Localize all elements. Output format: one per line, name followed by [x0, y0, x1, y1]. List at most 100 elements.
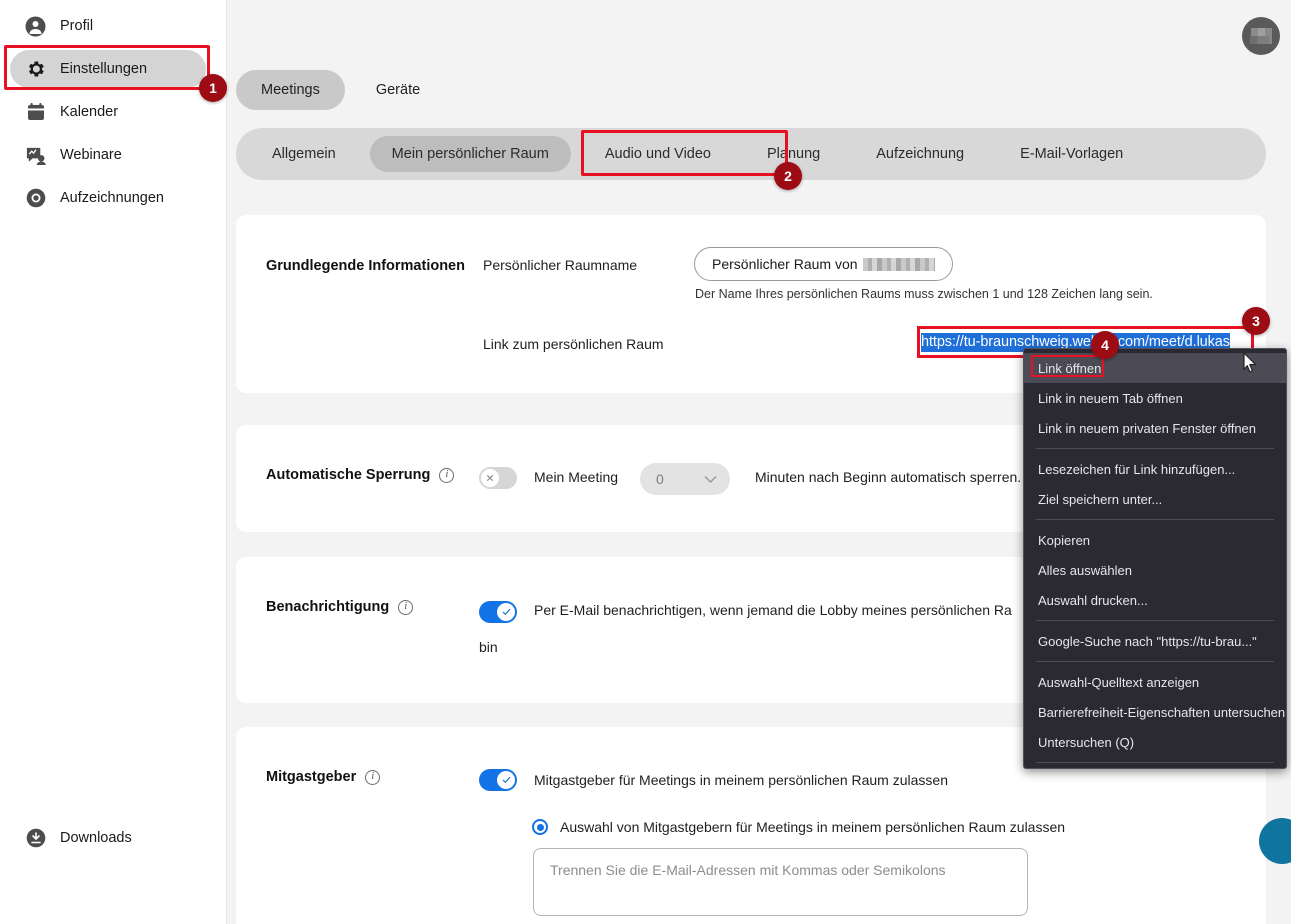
section-title-cohost: Mitgastgeber — [266, 769, 357, 785]
room-name-input[interactable]: Persönlicher Raum von — [694, 247, 953, 281]
sidebar-item-label: Einstellungen — [60, 61, 148, 77]
section-title-basic-info: Grundlegende Informationen — [266, 258, 465, 274]
context-menu-item-label: Auswahl drucken... — [1038, 592, 1148, 608]
context-menu-item-label: Google-Suche nach "https://tu-brau..." — [1038, 633, 1257, 649]
calendar-icon — [25, 102, 46, 123]
cohost-toggle[interactable] — [479, 769, 517, 791]
user-icon — [25, 16, 46, 37]
tab-mein-persoenlicher-raum[interactable]: Mein persönlicher Raum — [369, 136, 571, 172]
context-menu-item-element-blockieren[interactable]: uО Element blockieren ... — [1024, 768, 1286, 769]
context-menu-item-label: Link in neuem privaten Fenster öffnen — [1038, 420, 1257, 436]
sidebar-item-label: Downloads — [60, 830, 132, 846]
section-header-notification: Benachrichtigung i — [266, 599, 414, 615]
primary-tab-bar: Meetings Geräte — [236, 70, 445, 110]
context-menu-item-label: Untersuchen (Q) — [1038, 734, 1135, 750]
record-icon — [25, 188, 46, 209]
sidebar-item-label: Profil — [60, 18, 94, 34]
section-title-auto-lock: Automatische Sperrung — [266, 467, 431, 483]
context-menu-item-link-neuer-tab[interactable]: Link in neuem Tab öffnen — [1024, 383, 1286, 413]
sidebar-item-label: Kalender — [60, 104, 119, 120]
avatar-image-lower — [1250, 36, 1269, 44]
sidebar-item-label: Webinare — [60, 147, 122, 163]
cohost-radio-label: Auswahl von Mitgastgebern für Meetings i… — [560, 819, 1066, 835]
label-room-name: Persönlicher Raumname — [483, 257, 638, 273]
context-menu-item-untersuchen[interactable]: Untersuchen (Q) — [1024, 727, 1286, 757]
context-menu-item-label: Ziel speichern unter... — [1038, 491, 1163, 507]
context-menu-item-label: Auswahl-Quelltext anzeigen — [1038, 674, 1200, 690]
tab-email-vorlagen[interactable]: E-Mail-Vorlagen — [998, 136, 1145, 172]
context-menu-item-label: Lesezeichen für Link hinzufügen... — [1038, 461, 1236, 477]
context-menu-item-label: Alles auswählen — [1038, 562, 1132, 578]
context-menu-item-quelltext-anzeigen[interactable]: Auswahl-Quelltext anzeigen — [1024, 667, 1286, 697]
redacted-username — [862, 257, 935, 271]
app-window: Profil Einstellungen Kalender Webinare A — [0, 0, 1291, 924]
info-icon[interactable]: i — [398, 599, 414, 615]
section-header-auto-lock: Automatische Sperrung i — [266, 467, 455, 483]
sidebar-item-aufzeichnungen[interactable]: Aufzeichnungen — [10, 179, 206, 217]
annotation-badge-4: 4 — [1091, 331, 1119, 359]
section-title-notification: Benachrichtigung — [266, 599, 390, 615]
annotation-badge-1: 1 — [199, 74, 227, 102]
context-menu-separator — [1036, 762, 1274, 763]
cohost-radio-row[interactable]: Auswahl von Mitgastgebern für Meetings i… — [532, 819, 1065, 835]
context-menu-item-lesezeichen[interactable]: Lesezeichen für Link hinzufügen... — [1024, 454, 1286, 484]
sidebar-item-profil[interactable]: Profil — [10, 7, 206, 45]
info-icon[interactable]: i — [439, 467, 455, 483]
notification-toggle[interactable] — [479, 601, 517, 623]
context-menu-item-ziel-speichern[interactable]: Ziel speichern unter... — [1024, 484, 1286, 514]
auto-lock-minutes-value: 0 — [656, 471, 664, 487]
context-menu-separator — [1036, 448, 1274, 449]
annotation-badge-3: 3 — [1242, 307, 1270, 335]
room-name-helper-text: Der Name Ihres persönlichen Raums muss z… — [695, 287, 1153, 301]
sidebar-item-einstellungen[interactable]: Einstellungen — [10, 50, 206, 88]
toggle-knob — [481, 469, 499, 487]
context-menu-separator — [1036, 620, 1274, 621]
section-header-cohost: Mitgastgeber i — [266, 769, 381, 785]
gear-icon — [25, 59, 46, 80]
context-menu[interactable]: Link öffnen Link in neuem Tab öffnen Lin… — [1023, 348, 1287, 769]
download-icon — [25, 828, 46, 849]
tab-allgemein[interactable]: Allgemein — [250, 136, 358, 172]
context-menu-item-barrierefreiheit[interactable]: Barrierefreiheit-Eigenschaften untersuch… — [1024, 697, 1286, 727]
context-menu-item-label: Barrierefreiheit-Eigenschaften untersuch… — [1038, 704, 1286, 720]
info-icon[interactable]: i — [365, 769, 381, 785]
notification-text-line1: Per E-Mail benachrichtigen, wenn jemand … — [534, 602, 1012, 618]
room-name-value: Persönlicher Raum von — [712, 256, 858, 272]
sidebar-item-webinare[interactable]: Webinare — [10, 136, 206, 174]
label-room-link: Link zum persönlichen Raum — [483, 336, 664, 352]
cohost-email-placeholder: Trennen Sie die E-Mail-Adressen mit Komm… — [550, 862, 946, 878]
sidebar: Profil Einstellungen Kalender Webinare A — [0, 0, 227, 924]
cohost-radio-selected-icon[interactable] — [532, 819, 548, 835]
toggle-knob — [497, 603, 515, 621]
context-menu-item-label: Kopieren — [1038, 532, 1091, 548]
context-menu-item-alles-auswaehlen[interactable]: Alles auswählen — [1024, 555, 1286, 585]
auto-lock-suffix-text: Minuten nach Beginn automatisch sperren. — [755, 469, 1022, 485]
context-menu-item-link-privates-fenster[interactable]: Link in neuem privaten Fenster öffnen — [1024, 413, 1286, 443]
auto-lock-toggle[interactable] — [479, 467, 517, 489]
sidebar-item-label: Aufzeichnungen — [60, 190, 164, 206]
context-menu-item-auswahl-drucken[interactable]: Auswahl drucken... — [1024, 585, 1286, 615]
auto-lock-minutes-select[interactable]: 0 — [640, 463, 730, 495]
sidebar-item-downloads[interactable]: Downloads — [10, 819, 206, 857]
notification-text-line2: bin — [479, 639, 498, 655]
avatar[interactable] — [1242, 17, 1280, 55]
secondary-tab-bar: Allgemein Mein persönlicher Raum Audio u… — [236, 128, 1266, 180]
context-menu-separator — [1036, 661, 1274, 662]
tab-meetings[interactable]: Meetings — [236, 70, 345, 110]
sidebar-item-kalender[interactable]: Kalender — [10, 93, 206, 131]
mouse-cursor — [1243, 352, 1258, 379]
context-menu-item-label: Link in neuem Tab öffnen — [1038, 390, 1183, 406]
cohost-email-textarea[interactable]: Trennen Sie die E-Mail-Adressen mit Komm… — [533, 848, 1028, 916]
webinar-icon — [25, 145, 46, 166]
tab-aufzeichnung[interactable]: Aufzeichnung — [854, 136, 986, 172]
context-menu-item-google-suche[interactable]: Google-Suche nach "https://tu-brau..." — [1024, 626, 1286, 656]
cohost-toggle-text: Mitgastgeber für Meetings in meinem pers… — [534, 772, 948, 788]
toggle-knob — [497, 771, 515, 789]
annotation-badge-2: 2 — [774, 162, 802, 190]
context-menu-item-kopieren[interactable]: Kopieren — [1024, 525, 1286, 555]
tab-audio-und-video[interactable]: Audio und Video — [583, 136, 733, 172]
context-menu-item-label: Link öffnen — [1038, 360, 1102, 376]
auto-lock-prefix-text: Mein Meeting — [534, 469, 619, 485]
tab-geraete[interactable]: Geräte — [351, 70, 445, 110]
context-menu-separator — [1036, 519, 1274, 520]
